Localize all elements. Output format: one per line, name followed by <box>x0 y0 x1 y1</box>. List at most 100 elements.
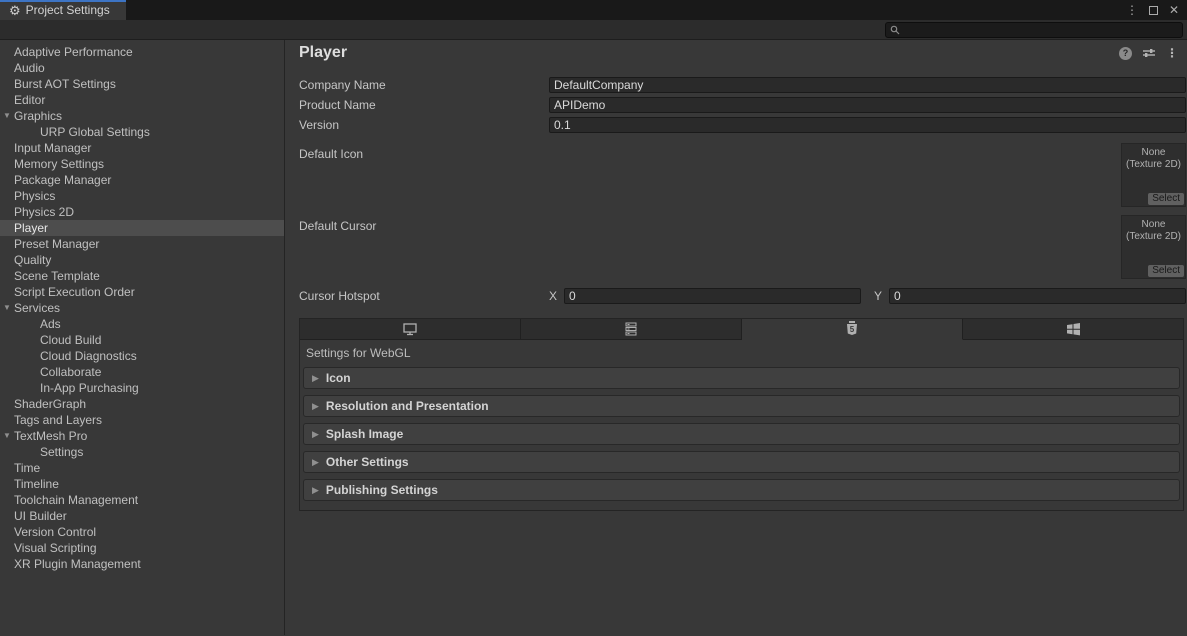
sidebar-item-label: Audio <box>14 61 45 75</box>
texture-type-label: (Texture 2D) <box>1122 159 1185 171</box>
foldout-arrow-icon[interactable]: ▼ <box>3 108 11 124</box>
hotspot-y-input[interactable] <box>889 288 1186 304</box>
close-icon[interactable]: ✕ <box>1169 4 1179 16</box>
sidebar-item[interactable]: ▼ Quality <box>0 252 284 268</box>
sidebar-item-label: Tags and Layers <box>14 413 102 427</box>
hotspot-x-input[interactable] <box>564 288 861 304</box>
version-input[interactable] <box>549 117 1186 133</box>
tab-dedicated-server[interactable] <box>521 319 742 340</box>
version-label: Version <box>299 118 549 132</box>
platform-tabbar: 5 <box>300 319 1183 340</box>
sidebar-item[interactable]: ▼ Physics 2D <box>0 204 284 220</box>
section-label: Publishing Settings <box>326 483 438 497</box>
sidebar-item-label: Settings <box>40 445 83 459</box>
sidebar-item[interactable]: ▼ Settings <box>0 444 284 460</box>
sidebar-item[interactable]: ▼ Cloud Build <box>0 332 284 348</box>
sidebar-item[interactable]: ▼ Package Manager <box>0 172 284 188</box>
sidebar-item[interactable]: ▼ Time <box>0 460 284 476</box>
search-input[interactable] <box>903 24 1178 36</box>
sidebar-item-label: Services <box>14 301 60 315</box>
help-icon[interactable]: ? <box>1119 47 1132 60</box>
product-name-input[interactable] <box>549 97 1186 113</box>
texture-none-label: None <box>1122 219 1185 231</box>
sidebar-item[interactable]: ▼ XR Plugin Management <box>0 556 284 572</box>
sidebar-item[interactable]: ▼ Tags and Layers <box>0 412 284 428</box>
sidebar-item-label: TextMesh Pro <box>14 429 87 443</box>
settings-section-header[interactable]: ▶ Icon <box>303 367 1180 389</box>
foldout-arrow-icon: ▶ <box>312 373 319 384</box>
sidebar-item-label: UI Builder <box>14 509 67 523</box>
presets-icon[interactable] <box>1142 47 1156 59</box>
sidebar-item-label: Memory Settings <box>14 157 104 171</box>
select-texture-button[interactable]: Select <box>1148 265 1184 277</box>
y-axis-label: Y <box>874 289 882 303</box>
settings-section-header[interactable]: ▶ Splash Image <box>303 423 1180 445</box>
sidebar-item-label: Visual Scripting <box>14 541 97 555</box>
sidebar-item[interactable]: ▼ URP Global Settings <box>0 124 284 140</box>
foldout-arrow-icon: ▶ <box>312 457 319 468</box>
default-cursor-row: Default Cursor None (Texture 2D) Select <box>299 215 1186 283</box>
sidebar-item[interactable]: ▼ Visual Scripting <box>0 540 284 556</box>
project-settings-window: ⚙ Project Settings ⋮ ✕ ▼ Adaptive Perf <box>0 0 1187 636</box>
sidebar-item[interactable]: ▼ Preset Manager <box>0 236 284 252</box>
sidebar-item-label: Scene Template <box>14 269 100 283</box>
foldout-arrow-icon: ▶ <box>312 429 319 440</box>
sidebar-item-label: Package Manager <box>14 173 111 187</box>
settings-section-header[interactable]: ▶ Publishing Settings <box>303 479 1180 501</box>
sidebar-item[interactable]: ▼ Audio <box>0 60 284 76</box>
cursor-hotspot-row: Cursor Hotspot X Y <box>299 287 1186 305</box>
sidebar-item[interactable]: ▼ Physics <box>0 188 284 204</box>
more-icon[interactable]: ⋮ <box>1166 46 1178 60</box>
sidebar-item[interactable]: ▼ Scene Template <box>0 268 284 284</box>
company-name-label: Company Name <box>299 78 549 92</box>
sidebar-item[interactable]: ▼ Toolchain Management <box>0 492 284 508</box>
sidebar-item[interactable]: ▼ Ads <box>0 316 284 332</box>
dedicated-server-icon <box>624 322 638 336</box>
search-box[interactable] <box>885 22 1183 38</box>
settings-section-header[interactable]: ▶ Resolution and Presentation <box>303 395 1180 417</box>
tab-windows[interactable] <box>963 319 1183 340</box>
foldout-arrow-icon[interactable]: ▼ <box>3 428 11 444</box>
settings-section-header[interactable]: ▶ Other Settings <box>303 451 1180 473</box>
sidebar-item[interactable]: ▼ In-App Purchasing <box>0 380 284 396</box>
default-icon-texture-slot[interactable]: None (Texture 2D) Select <box>1121 143 1186 207</box>
company-name-input[interactable] <box>549 77 1186 93</box>
sidebar-item[interactable]: ▼ TextMesh Pro <box>0 428 284 444</box>
platform-settings-box: 5 Settings for WebGL <box>299 318 1184 511</box>
sidebar-item[interactable]: ▼ UI Builder <box>0 508 284 524</box>
sidebar-item[interactable]: ▼ Adaptive Performance <box>0 44 284 60</box>
sidebar-item[interactable]: ▼ Cloud Diagnostics <box>0 348 284 364</box>
windows-icon <box>1066 322 1081 336</box>
sidebar-item-label: Graphics <box>14 109 62 123</box>
sidebar-item[interactable]: ▼ Script Execution Order <box>0 284 284 300</box>
sidebar-item-label: Cloud Build <box>40 333 101 347</box>
sidebar-item-label: XR Plugin Management <box>14 557 141 571</box>
tab-webgl[interactable]: 5 <box>742 319 963 340</box>
foldout-arrow-icon[interactable]: ▼ <box>3 300 11 316</box>
sidebar-item[interactable]: ▼ Graphics <box>0 108 284 124</box>
toolbar <box>0 20 1187 40</box>
sidebar-item[interactable]: ▼ Input Manager <box>0 140 284 156</box>
monitor-icon <box>402 322 418 336</box>
maximize-icon[interactable] <box>1149 6 1158 15</box>
sidebar-item-label: Adaptive Performance <box>14 45 133 59</box>
sidebar-item[interactable]: ▼ Collaborate <box>0 364 284 380</box>
sidebar-item-label: Time <box>14 461 40 475</box>
sidebar-item[interactable]: ▼ Player <box>0 220 284 236</box>
window-menu-icon[interactable]: ⋮ <box>1126 4 1138 16</box>
select-texture-button[interactable]: Select <box>1148 193 1184 205</box>
titlebar-spacer <box>126 0 1126 20</box>
sidebar-item[interactable]: ▼ Memory Settings <box>0 156 284 172</box>
tab-standalone[interactable] <box>300 319 521 340</box>
tab-project-settings[interactable]: ⚙ Project Settings <box>0 0 126 20</box>
sidebar-item[interactable]: ▼ Timeline <box>0 476 284 492</box>
sidebar-item-label: Physics 2D <box>14 205 74 219</box>
platform-content: Settings for WebGL ▶ Icon ▶ Resolution a… <box>300 340 1183 510</box>
sidebar-item[interactable]: ▼ Version Control <box>0 524 284 540</box>
sidebar-item[interactable]: ▼ Editor <box>0 92 284 108</box>
sidebar-item[interactable]: ▼ Burst AOT Settings <box>0 76 284 92</box>
sidebar-item-label: In-App Purchasing <box>40 381 139 395</box>
sidebar-item[interactable]: ▼ Services <box>0 300 284 316</box>
sidebar-item[interactable]: ▼ ShaderGraph <box>0 396 284 412</box>
default-cursor-texture-slot[interactable]: None (Texture 2D) Select <box>1121 215 1186 279</box>
